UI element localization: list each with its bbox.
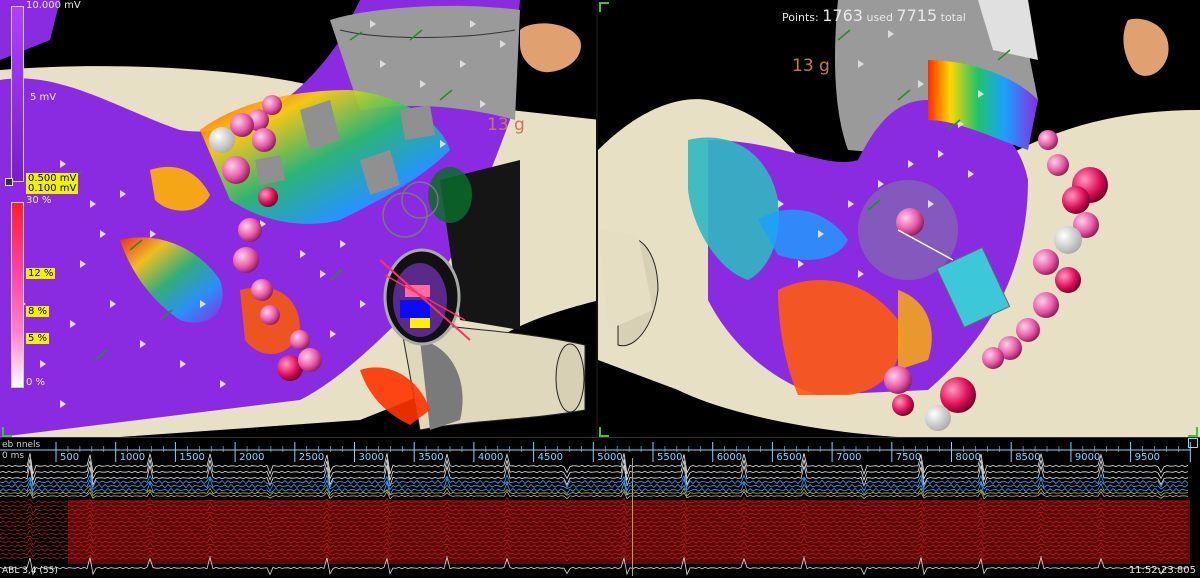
voltage-max-label: 10.000 mV xyxy=(26,0,81,11)
voltage-color-bar xyxy=(11,6,24,182)
percent-0-label: 0 % xyxy=(26,377,46,388)
egm-trace-panel[interactable]: eb nnels 0 ms 500 1000 1500 2000 2500 3000 350… xyxy=(0,437,1200,578)
cs-trace xyxy=(0,473,1189,489)
left-view-corner xyxy=(2,427,12,437)
right-view-corner-tl xyxy=(599,2,609,12)
lower-threshold-value[interactable]: 0.100 mV xyxy=(26,183,79,194)
scale-slider-handle[interactable] xyxy=(5,178,13,186)
right-contact-force-label: 13 g xyxy=(792,56,830,76)
right-3d-map-view[interactable]: Points: 1763 used 7715 total 13 g xyxy=(598,0,1200,437)
percent-top-label: 30 % xyxy=(26,195,52,206)
lower-threshold-wrap: 0.100 mV xyxy=(26,183,79,194)
sweep-cursor[interactable] xyxy=(632,458,633,576)
points-used-value: 1763 xyxy=(822,6,863,25)
points-counter: Points: 1763 used 7715 total xyxy=(782,6,966,25)
left-3d-map-view[interactable]: 10.000 mV 5 mV 0.500 mV 0.100 mV 30 % 12… xyxy=(0,0,596,437)
egm-scroll-handle[interactable] xyxy=(1188,438,1198,448)
egm-traces xyxy=(0,442,1191,576)
points-label: Points: xyxy=(782,11,819,24)
percent-color-bar xyxy=(11,202,24,388)
percent-12-label[interactable]: 12 % xyxy=(26,268,56,279)
left-anatomy-render xyxy=(0,0,596,437)
right-view-corner-br xyxy=(1188,427,1198,437)
percent-8-label[interactable]: 8 % xyxy=(26,306,50,317)
left-contact-force-label: 13 g xyxy=(487,115,525,135)
surface-ecg-trace xyxy=(0,452,1189,476)
points-total-value: 7715 xyxy=(896,6,938,25)
percent-5-wrap: 5 % xyxy=(26,333,50,344)
percent-12-wrap: 12 % xyxy=(26,268,56,279)
points-total-label: total xyxy=(940,11,966,24)
surface-ecg-trace xyxy=(0,458,1189,482)
right-anatomy-render xyxy=(598,0,1200,437)
percent-8-wrap: 8 % xyxy=(26,306,50,317)
percent-5-label[interactable]: 5 % xyxy=(26,333,50,344)
clock-timestamp: 11:52:23.805 xyxy=(1128,565,1196,576)
voltage-mid-label: 5 mV xyxy=(30,92,57,103)
bottom-channel-label: ABL 3,4 (55) xyxy=(2,566,58,576)
right-view-corner-bl xyxy=(599,427,609,437)
points-used-label: used xyxy=(866,11,893,24)
